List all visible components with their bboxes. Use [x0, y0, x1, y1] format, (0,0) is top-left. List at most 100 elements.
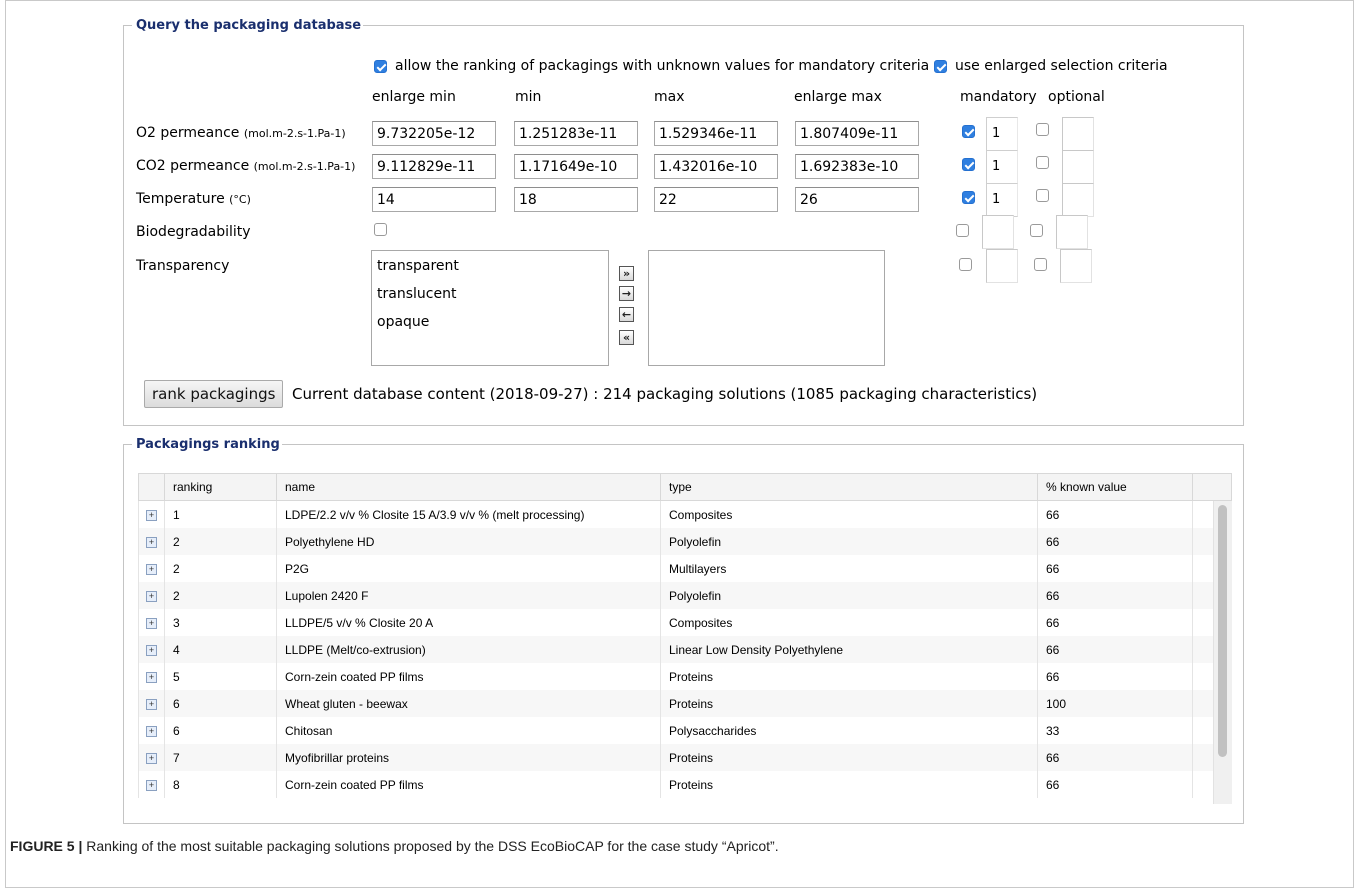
table-row[interactable]: + 8 Corn-zein coated PP films Proteins 6… [138, 771, 1232, 798]
temp-mandatory-checkbox[interactable] [962, 191, 975, 204]
column-header-name[interactable]: name [276, 473, 661, 501]
cell-type: Proteins [660, 771, 1038, 798]
o2-enlarge-min-input[interactable]: 9.732205e-12 [372, 121, 496, 146]
expand-column-header [138, 473, 165, 501]
co2-mandatory-weight[interactable]: 1 [986, 150, 1018, 184]
criterion-o2-label: O2 permeance (mol.m-2.s-1.Pa-1) [136, 125, 346, 141]
expand-icon[interactable]: + [146, 536, 157, 548]
transparency-mandatory-weight[interactable] [986, 249, 1018, 283]
o2-mandatory-weight[interactable]: 1 [986, 117, 1018, 151]
cell-name: Myofibrillar proteins [276, 744, 661, 771]
temp-mandatory-weight[interactable]: 1 [986, 183, 1018, 217]
o2-min-input[interactable]: 1.251283e-11 [514, 121, 638, 146]
cell-name: Corn-zein coated PP films [276, 663, 661, 690]
header-mandatory: mandatory [960, 89, 1037, 105]
cell-ranking: 3 [164, 609, 277, 636]
temp-min-input[interactable]: 18 [514, 187, 638, 212]
co2-mandatory-checkbox[interactable] [962, 158, 975, 171]
rank-packagings-button[interactable]: rank packagings [144, 380, 284, 408]
transparency-option[interactable]: translucent [372, 286, 608, 314]
temp-enlarge-min-input[interactable]: 14 [372, 187, 496, 212]
criterion-co2-label: CO2 permeance (mol.m-2.s-1.Pa-1) [136, 158, 356, 174]
co2-max-input[interactable]: 1.432016e-10 [654, 154, 778, 179]
expand-icon[interactable]: + [146, 590, 157, 602]
expand-icon[interactable]: + [146, 563, 157, 575]
cell-type: Composites [660, 609, 1038, 636]
co2-enlarge-min-input[interactable]: 9.112829e-11 [372, 154, 496, 179]
biodegradability-optional-checkbox[interactable] [1030, 224, 1043, 237]
table-row[interactable]: + 7 Myofibrillar proteins Proteins 66 [138, 744, 1232, 771]
table-row[interactable]: + 3 LLDPE/5 v/v % Closite 20 A Composite… [138, 609, 1232, 636]
table-scrollbar[interactable] [1213, 501, 1232, 804]
expand-icon[interactable]: + [146, 509, 157, 521]
add-icon[interactable]: → [619, 286, 634, 301]
cell-name: LLDPE (Melt/co-extrusion) [276, 636, 661, 663]
o2-max-input[interactable]: 1.529346e-11 [654, 121, 778, 146]
expand-icon[interactable]: + [146, 779, 157, 791]
add-all-icon[interactable]: » [619, 266, 634, 281]
biodegradability-mandatory-weight[interactable] [982, 215, 1014, 249]
transparency-optional-weight[interactable] [1060, 249, 1092, 283]
o2-optional-weight[interactable] [1062, 117, 1094, 151]
column-header-ranking[interactable]: ranking [164, 473, 277, 501]
expand-icon[interactable]: + [146, 617, 157, 629]
header-enlarge-max: enlarge max [794, 89, 882, 105]
allow-unknown-checkbox[interactable] [374, 60, 387, 73]
figure-caption-text: Ranking of the most suitable packaging s… [82, 838, 779, 854]
transparency-available-list[interactable]: transparent translucent opaque [371, 250, 609, 366]
biodegradability-checkbox[interactable] [374, 223, 387, 236]
cell-type: Proteins [660, 690, 1038, 717]
enlarged-criteria-checkbox[interactable] [934, 60, 947, 73]
cell-name: Polyethylene HD [276, 528, 661, 555]
temp-enlarge-max-input[interactable]: 26 [795, 187, 919, 212]
cell-ranking: 2 [164, 555, 277, 582]
remove-all-icon[interactable]: « [619, 330, 634, 345]
criterion-transparency-label: Transparency [136, 258, 230, 274]
table-row[interactable]: + 6 Wheat gluten - beewax Proteins 100 [138, 690, 1232, 717]
transparency-option[interactable]: opaque [372, 314, 608, 342]
ranking-legend: Packagings ranking [136, 437, 280, 452]
scrollbar-thumb[interactable] [1218, 505, 1227, 757]
co2-optional-weight[interactable] [1062, 150, 1094, 184]
cell-name: Lupolen 2420 F [276, 582, 661, 609]
expand-icon[interactable]: + [146, 644, 157, 656]
cell-name: LDPE/2.2 v/v % Closite 15 A/3.9 v/v % (m… [276, 500, 661, 528]
o2-optional-checkbox[interactable] [1036, 123, 1049, 136]
table-row[interactable]: + 4 LLDPE (Melt/co-extrusion) Linear Low… [138, 636, 1232, 663]
cell-ranking: 2 [164, 528, 277, 555]
header-enlarge-min: enlarge min [372, 89, 456, 105]
table-row[interactable]: + 5 Corn-zein coated PP films Proteins 6… [138, 663, 1232, 690]
expand-icon[interactable]: + [146, 671, 157, 683]
table-row[interactable]: + 6 Chitosan Polysaccharides 33 [138, 717, 1232, 744]
table-row[interactable]: + 2 Lupolen 2420 F Polyolefin 66 [138, 582, 1232, 609]
column-header-known-value[interactable]: % known value [1037, 473, 1193, 501]
table-row[interactable]: + 2 Polyethylene HD Polyolefin 66 [138, 528, 1232, 555]
o2-mandatory-checkbox[interactable] [962, 125, 975, 138]
table-row[interactable]: + 1 LDPE/2.2 v/v % Closite 15 A/3.9 v/v … [138, 500, 1232, 528]
table-row[interactable]: + 2 P2G Multilayers 66 [138, 555, 1232, 582]
header-min: min [515, 89, 542, 105]
transparency-selected-list[interactable] [648, 250, 885, 366]
transparency-option[interactable]: transparent [372, 258, 608, 286]
remove-icon[interactable]: ← [619, 307, 634, 322]
biodegradability-optional-weight[interactable] [1056, 215, 1088, 249]
ranking-table: ranking name type % known value + 1 LDPE… [138, 473, 1232, 798]
temp-max-input[interactable]: 22 [654, 187, 778, 212]
transparency-mandatory-checkbox[interactable] [959, 258, 972, 271]
temp-optional-weight[interactable] [1062, 183, 1094, 217]
biodegradability-mandatory-checkbox[interactable] [956, 224, 969, 237]
column-header-type[interactable]: type [660, 473, 1038, 501]
cell-ranking: 7 [164, 744, 277, 771]
expand-icon[interactable]: + [146, 725, 157, 737]
cell-name: Wheat gluten - beewax [276, 690, 661, 717]
cell-known-value: 66 [1037, 771, 1193, 798]
transparency-optional-checkbox[interactable] [1034, 258, 1047, 271]
temp-optional-checkbox[interactable] [1036, 189, 1049, 202]
co2-optional-checkbox[interactable] [1036, 156, 1049, 169]
co2-min-input[interactable]: 1.171649e-10 [514, 154, 638, 179]
figure-label: FIGURE 5 | [10, 838, 83, 854]
co2-enlarge-max-input[interactable]: 1.692383e-10 [795, 154, 919, 179]
expand-icon[interactable]: + [146, 698, 157, 710]
o2-enlarge-max-input[interactable]: 1.807409e-11 [795, 121, 919, 146]
expand-icon[interactable]: + [146, 752, 157, 764]
